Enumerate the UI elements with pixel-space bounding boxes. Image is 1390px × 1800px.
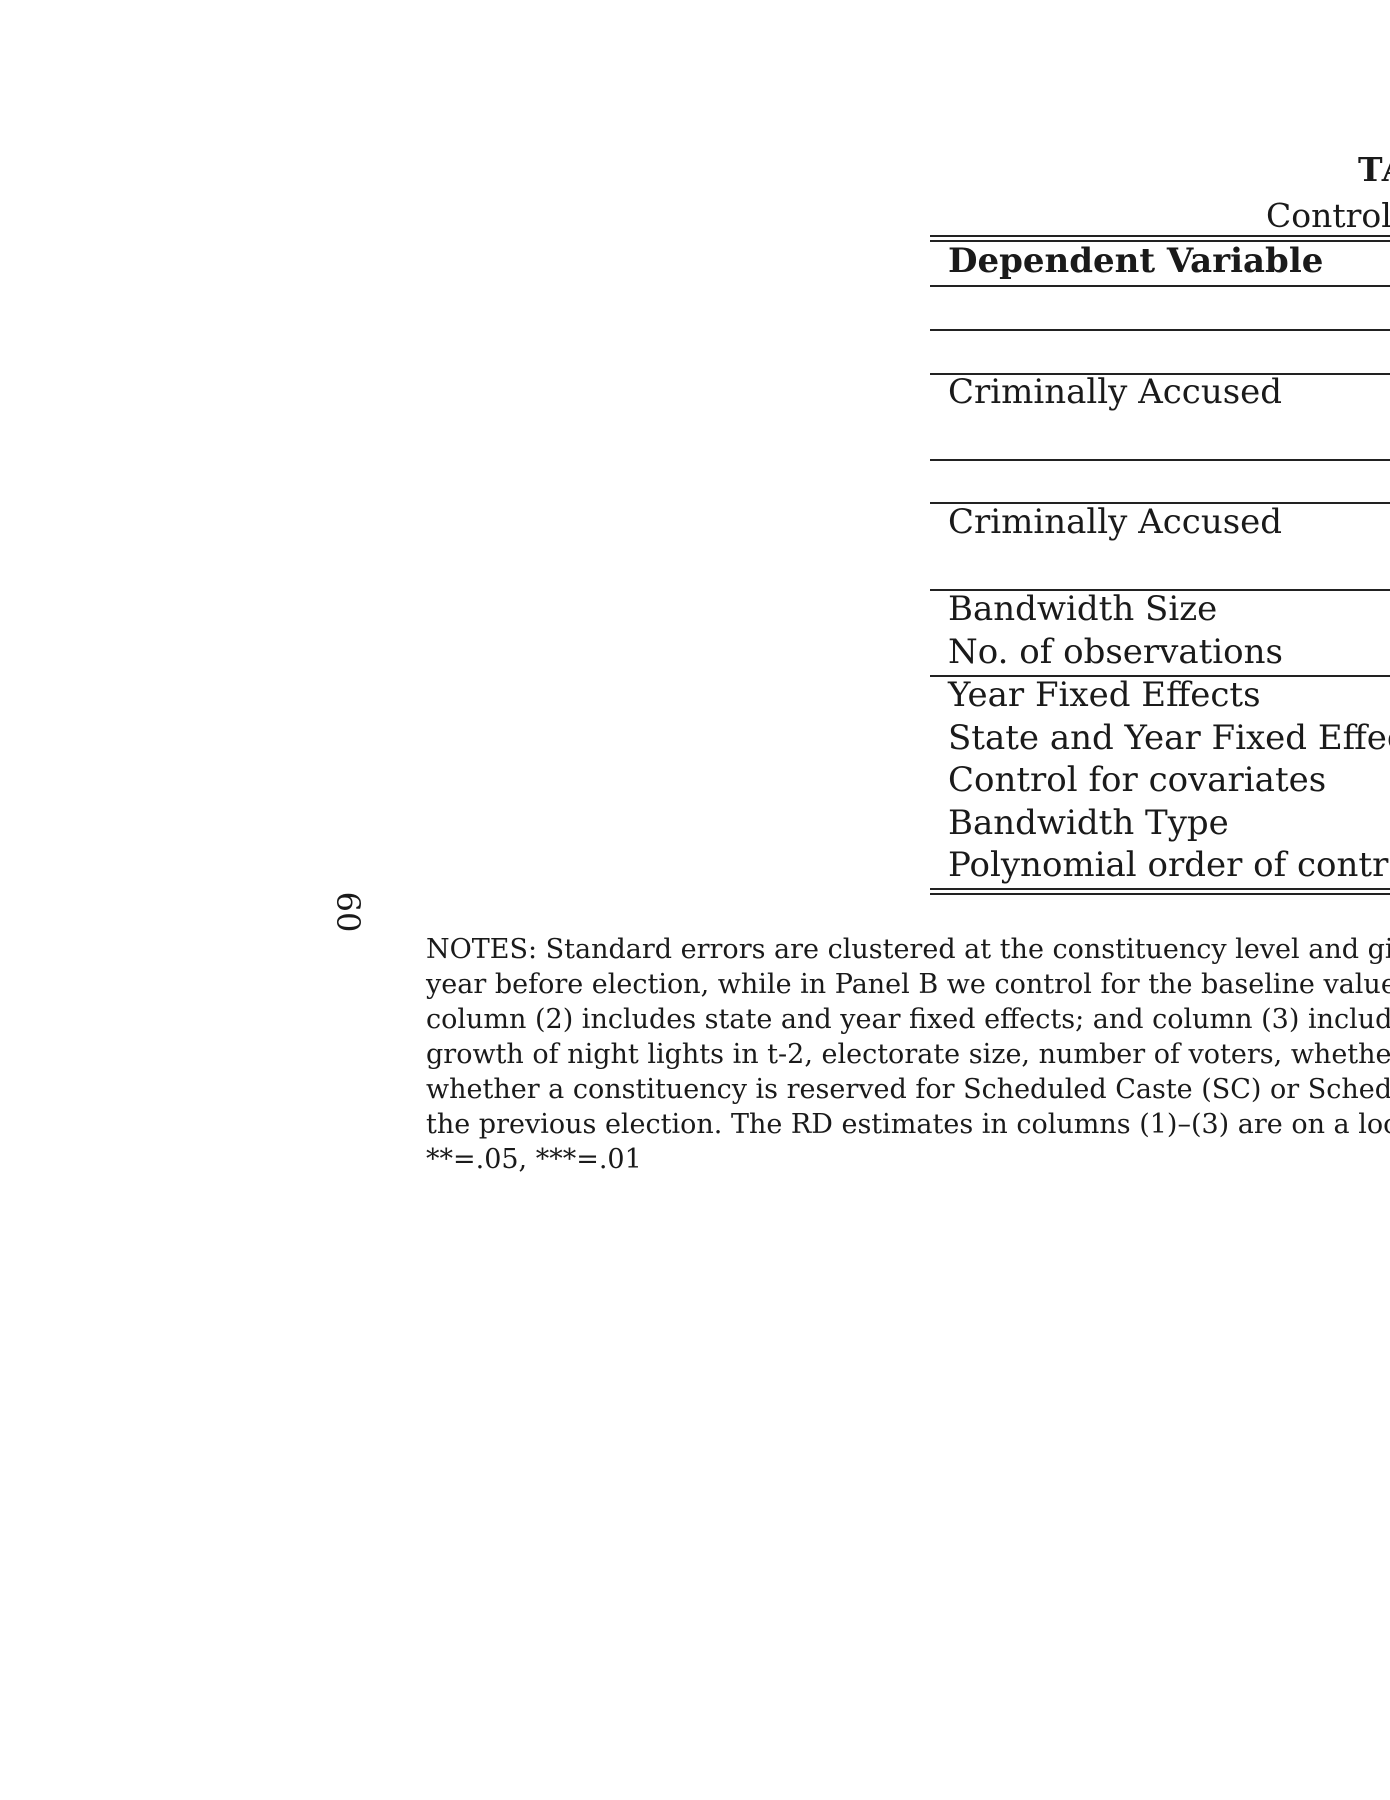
- table-bottom-rule: [930, 888, 1390, 890]
- row-criminally-accused-panel-b: Criminally Accused: [948, 502, 1283, 542]
- table-top-rule: [930, 235, 1390, 237]
- table-title: TA: [1358, 150, 1390, 189]
- document-page: TA Controll Dependent Variable Criminall…: [0, 0, 1390, 1800]
- notes-line: growth of night lights in t-2, electorat…: [426, 1039, 1390, 1070]
- table-subtitle: Controll: [1266, 196, 1390, 235]
- table-header-dependent-variable: Dependent Variable: [948, 241, 1324, 281]
- notes-line: column (2) includes state and year fixed…: [426, 1004, 1390, 1035]
- table-notes: NOTES: Standard errors are clustered at …: [426, 932, 1390, 1177]
- table-header-rule: [930, 285, 1390, 287]
- row-bandwidth-size: Bandwidth Size: [948, 589, 1218, 629]
- notes-line: the previous election. The RD estimates …: [426, 1109, 1390, 1140]
- row-state-year-fixed-effects: State and Year Fixed Effects: [948, 718, 1390, 758]
- notes-line: whether a constituency is reserved for S…: [426, 1074, 1390, 1105]
- notes-line: **=.05, ***=.01: [426, 1144, 642, 1175]
- page-number: 60: [329, 891, 367, 933]
- panel-a-rule: [930, 329, 1390, 331]
- panel-b-rule: [930, 459, 1390, 461]
- table-bottom-rule: [930, 893, 1390, 895]
- row-bandwidth-type: Bandwidth Type: [948, 803, 1229, 843]
- row-control-covariates: Control for covariates: [948, 760, 1327, 800]
- row-observations: No. of observations: [948, 632, 1283, 672]
- row-criminally-accused-panel-a: Criminally Accused: [948, 372, 1283, 412]
- row-year-fixed-effects: Year Fixed Effects: [948, 675, 1261, 715]
- row-polynomial-order: Polynomial order of control fu: [948, 845, 1390, 885]
- notes-line: year before election, while in Panel B w…: [426, 969, 1390, 1000]
- notes-line: NOTES: Standard errors are clustered at …: [426, 934, 1390, 965]
